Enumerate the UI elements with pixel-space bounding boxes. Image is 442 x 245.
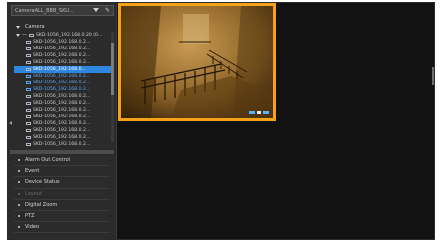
tree-item-camera[interactable]: SKD-1056_192.168.0.2...	[14, 120, 112, 127]
camera-section-label: Camera	[25, 24, 45, 30]
tree-item-label: SKD-1056_192.168.0.2...	[33, 134, 91, 140]
accordion-item-label: Digital Zoom	[25, 201, 58, 208]
accordion-item-label: Video	[25, 224, 40, 231]
caret-down-icon	[16, 25, 20, 29]
bullet-icon	[18, 215, 20, 218]
search-text: CameraALL_BBB_SKU...	[15, 7, 74, 14]
camera-icon	[26, 40, 31, 44]
tree-item-label: SKD-1056_192.168.0.2...	[33, 39, 91, 45]
camera-icon	[26, 88, 31, 92]
tree-item-label: SKD-1056_192.168.0.2...	[33, 107, 91, 113]
bullet-icon	[18, 170, 20, 173]
video-osd-indicators	[249, 111, 269, 114]
tree-item-camera[interactable]: SKD-1056_192.168.0.2...	[14, 39, 112, 46]
collapse-sidebar-icon[interactable]	[8, 121, 12, 125]
control-accordion: Alarm Out Control Event Device Status Layou…	[14, 155, 110, 234]
bullet-icon	[18, 159, 20, 162]
bullet-icon	[18, 226, 20, 229]
accordion-item[interactable]: PTZ	[14, 211, 110, 223]
bullet-icon	[18, 203, 20, 206]
accordion-item[interactable]: Video	[14, 222, 110, 234]
camera-icon	[26, 122, 31, 126]
camera-icon	[26, 135, 31, 139]
camera-tree: — SKD-1056_192.168.0.20 (0... SKD-1056_1…	[14, 32, 112, 148]
tree-item-camera[interactable]: SKD-1056_192.168.0...	[14, 65, 112, 73]
camera-icon	[26, 115, 31, 119]
tree-group-device[interactable]: — SKD-1056_192.168.0.20 (0...	[14, 32, 112, 39]
tree-item-camera[interactable]: SKD-1056_192.168.0.2...	[14, 141, 112, 148]
tree-item-camera[interactable]: SKD-1056_192.168.0.2...	[14, 52, 112, 59]
tree-item-camera[interactable]: SKD-1056_192.168.0.2...	[14, 73, 112, 80]
tree-item-label: SKD-1056_192.168.0.2...	[33, 80, 91, 86]
camera-icon	[26, 61, 31, 65]
camera-icon	[29, 33, 34, 37]
tree-item-camera[interactable]: SKD-1056_192.168.0.2...	[14, 127, 112, 134]
main-scrollbar-thumb[interactable]	[432, 67, 434, 85]
camera-icon	[26, 67, 31, 71]
tree-item-label: SKD-1056_192.168.0.2...	[33, 114, 91, 120]
tree-item-camera[interactable]: SKD-1056_192.168.0.2...	[14, 59, 112, 66]
tree-item-camera[interactable]: SKD-1056_192.168.0.2...	[14, 107, 112, 114]
tree-item-label: SKD-1056_192.168.0.2...	[33, 100, 91, 106]
accordion-item: Layout	[14, 189, 110, 200]
camera-section-header[interactable]: Camera	[16, 23, 45, 31]
caret-down-icon	[16, 33, 20, 37]
tree-item-label: SKD-1056_192.168.0.2...	[33, 60, 91, 66]
bullet-icon	[18, 192, 20, 195]
accordion-item[interactable]: Device Status	[14, 177, 110, 189]
tree-item-label: SKD-1056_192.168.0.2...	[33, 141, 91, 147]
tree-item-label: SKD-1056_192.168.0.2...	[33, 87, 91, 93]
camera-icon	[26, 101, 31, 105]
chevron-down-icon[interactable]	[93, 8, 99, 12]
tree-item-label: SKD-1056_192.168.0.2...	[33, 121, 91, 127]
camera-icon	[26, 108, 31, 112]
tree-item-label: SKD-1056_192.168.0.2...	[33, 53, 91, 59]
tree-item-camera[interactable]: SKD-1056_192.168.0.2...	[14, 114, 112, 121]
tree-item-camera[interactable]: SKD-1056_192.168.0.2...	[14, 80, 112, 87]
tree-item-label: SKD-1056_192.168.0.2...	[33, 73, 91, 79]
app-window: CameraALL_BBB_SKU... ✎ Camera — SKD-1056…	[7, 2, 435, 240]
tree-scrollbar-thumb[interactable]	[111, 43, 114, 95]
accordion-item-label: Device Status	[25, 179, 60, 186]
tree-item-label: SKD-1056_192.168.0...	[33, 66, 86, 72]
accordion-item[interactable]: Event	[14, 166, 110, 178]
accordion-item-label: Alarm Out Control	[25, 157, 71, 164]
camera-search-box[interactable]: CameraALL_BBB_SKU... ✎	[11, 5, 114, 16]
camera-icon	[26, 95, 31, 99]
tree-item-camera[interactable]: SKD-1056_192.168.0.2...	[14, 93, 112, 100]
tree-item-label: SKD-1056_192.168.0.2...	[33, 94, 91, 100]
accordion-item[interactable]: Digital Zoom	[14, 200, 110, 211]
camera-icon	[26, 54, 31, 58]
camera-icon	[26, 142, 31, 146]
accordion-item-label: Event	[25, 168, 40, 175]
camera-icon	[26, 129, 31, 133]
camera-icon	[26, 81, 31, 85]
panel-divider[interactable]	[10, 150, 114, 154]
bullet-icon	[18, 181, 20, 184]
camera-icon	[26, 74, 31, 78]
tree-item-camera[interactable]: SKD-1056_192.168.0.2...	[14, 46, 112, 53]
tree-item-camera[interactable]: SKD-1056_192.168.0.2...	[14, 86, 112, 93]
audio-indicator-icon	[257, 111, 261, 114]
edit-icon[interactable]: ✎	[105, 7, 110, 14]
tree-group-label: SKD-1056_192.168.0.20 (0...	[36, 32, 103, 38]
video-area	[118, 3, 434, 239]
video-tile-selected[interactable]	[118, 3, 276, 121]
status-indicator-icon	[263, 111, 269, 114]
tree-item-label: SKD-1056_192.168.0.2...	[33, 128, 91, 134]
record-indicator-icon	[249, 111, 255, 114]
accordion-item-label: PTZ	[25, 213, 35, 220]
accordion-item-label: Layout	[25, 190, 42, 197]
tree-item-camera[interactable]: SKD-1056_192.168.0.2...	[14, 134, 112, 141]
sidebar: CameraALL_BBB_SKU... ✎ Camera — SKD-1056…	[8, 3, 117, 239]
camera-icon	[26, 47, 31, 51]
camera-feed-image	[121, 6, 273, 118]
tree-item-camera[interactable]: SKD-1056_192.168.0.2...	[14, 100, 112, 107]
accordion-item[interactable]: Alarm Out Control	[14, 155, 110, 167]
minus-icon: —	[22, 32, 27, 39]
tree-item-label: SKD-1056_192.168.0.2...	[33, 46, 91, 52]
